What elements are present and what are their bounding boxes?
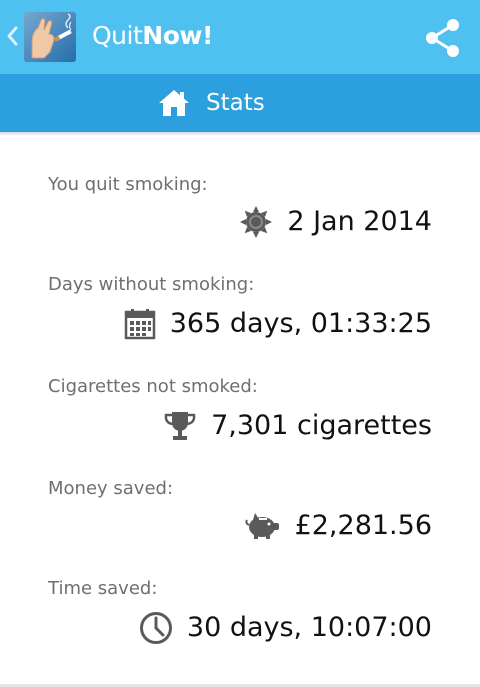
piggy-bank-icon bbox=[244, 513, 279, 539]
app-title-quit: Quit bbox=[92, 21, 143, 50]
quit-date-text: 2 Jan 2014 bbox=[287, 206, 432, 237]
calendar-icon bbox=[124, 309, 155, 340]
chevron-left-icon[interactable] bbox=[4, 22, 20, 50]
cigarettes-not-smoked-label: Cigarettes not smoked: bbox=[48, 376, 258, 397]
time-saved-value: 30 days, 10:07:00 bbox=[139, 610, 432, 646]
share-icon[interactable] bbox=[422, 18, 464, 58]
sun-icon bbox=[240, 206, 273, 238]
app-logo-icon[interactable] bbox=[24, 12, 76, 62]
cigarettes-not-smoked-text: 7,301 cigarettes bbox=[211, 410, 432, 441]
tab-stats-label: Stats bbox=[206, 90, 265, 116]
quit-date-label: You quit smoking: bbox=[48, 174, 208, 195]
home-icon bbox=[159, 90, 189, 116]
cigarettes-not-smoked-value: 7,301 cigarettes bbox=[163, 408, 432, 444]
app-title: QuitNow! bbox=[92, 20, 213, 52]
app-title-now: Now! bbox=[142, 21, 213, 50]
clock-icon bbox=[139, 612, 172, 644]
days-without-smoking-value: 365 days, 01:33:25 bbox=[124, 306, 432, 342]
quit-date-value: 2 Jan 2014 bbox=[239, 204, 432, 240]
money-saved-label: Money saved: bbox=[48, 478, 174, 499]
days-without-smoking-text: 365 days, 01:33:25 bbox=[169, 308, 432, 339]
days-without-smoking-label: Days without smoking: bbox=[48, 274, 255, 295]
tab-shadow bbox=[0, 132, 480, 136]
time-saved-text: 30 days, 10:07:00 bbox=[186, 612, 432, 643]
money-saved-text: £2,281.56 bbox=[294, 510, 432, 541]
time-saved-label: Time saved: bbox=[48, 578, 158, 599]
trophy-icon bbox=[164, 412, 196, 440]
money-saved-value: £2,281.56 bbox=[244, 508, 432, 544]
